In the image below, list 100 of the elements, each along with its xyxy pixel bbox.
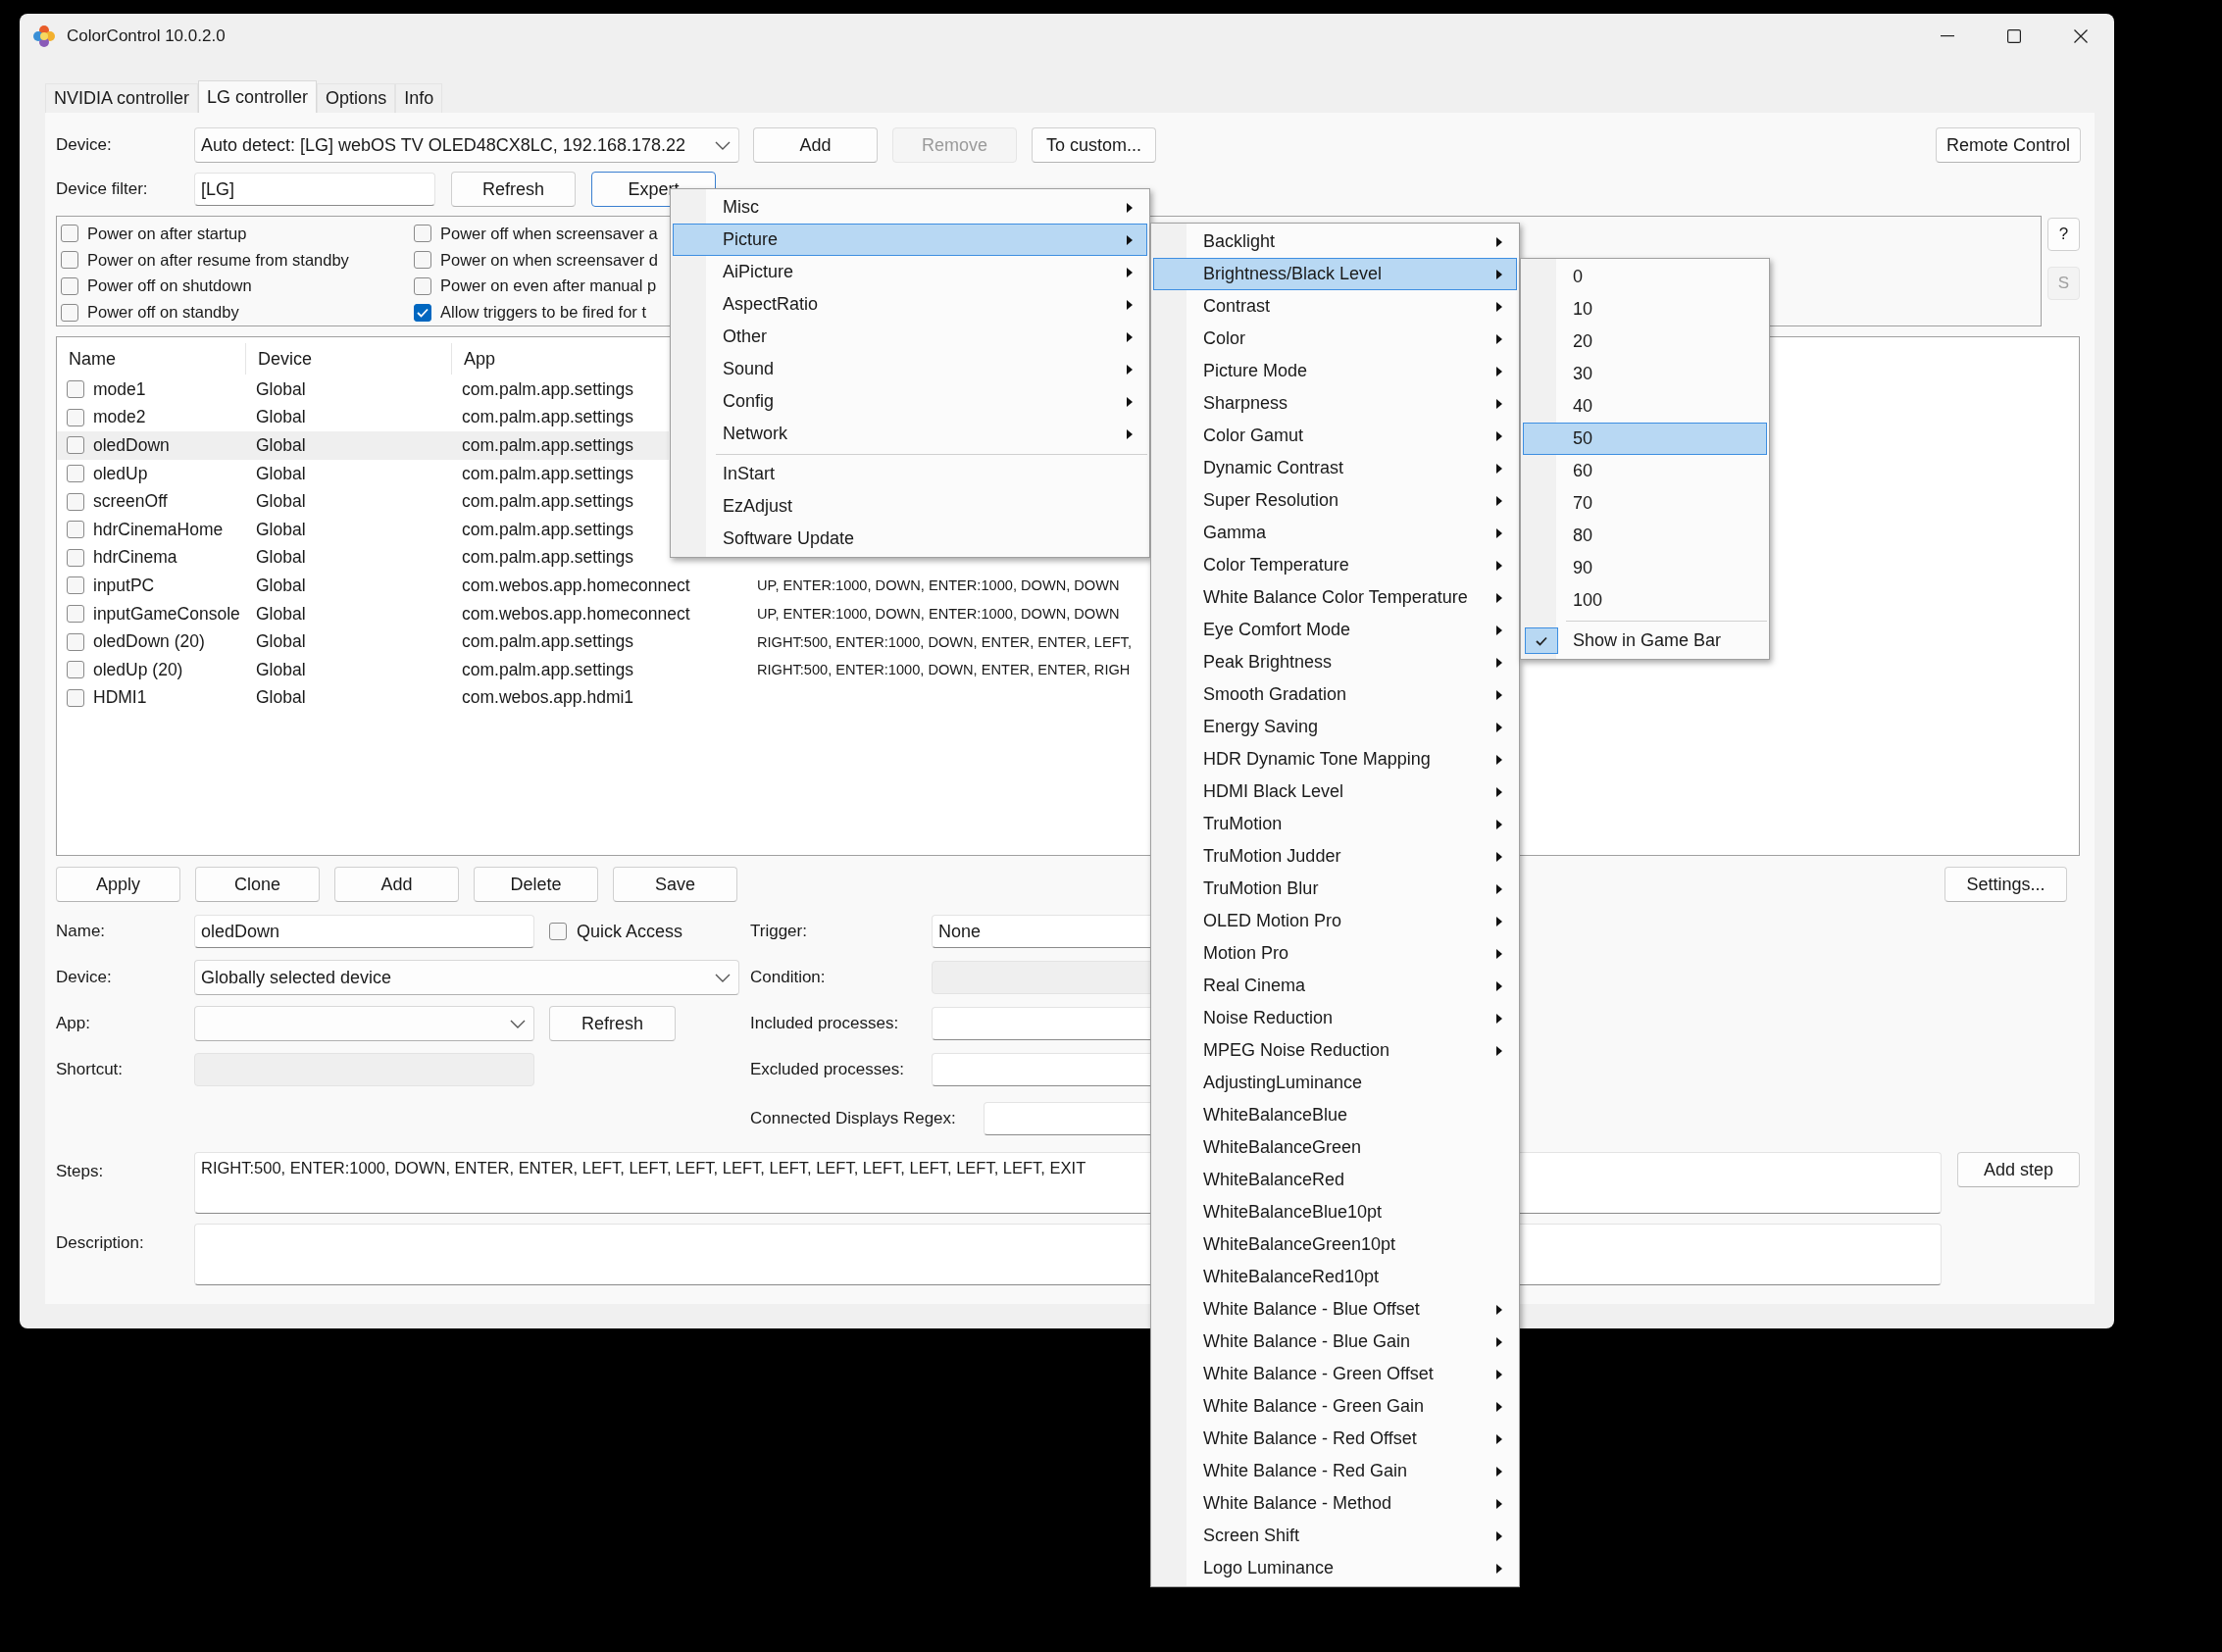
menu-item[interactable]: Picture Mode	[1153, 355, 1517, 387]
table-row[interactable]: oledUp (20) Global com.palm.app.settings RIGHT:500, ENTER:1000, DOWN, ENTER, ENTER, RIGH	[57, 655, 1149, 684]
menu-item[interactable]: HDR Dynamic Tone Mapping	[1153, 743, 1517, 776]
remote-control-button[interactable]: Remote Control	[1936, 127, 2081, 163]
checkbox[interactable]	[414, 276, 431, 295]
table-row[interactable]: oledDown (20) Global com.palm.app.settings RIGHT:500, ENTER:1000, DOWN, ENTER, ENTER, LEFT,	[57, 627, 1149, 656]
maximize-icon[interactable]	[2007, 28, 2021, 43]
menu-item[interactable]: Logo Luminance	[1153, 1552, 1517, 1584]
tab[interactable]: Options	[317, 83, 396, 113]
table-row[interactable]: hdrCinemaHome Global com.palm.app.settings	[57, 515, 669, 544]
table-row[interactable]: oledDown Global com.palm.app.settings	[57, 431, 669, 460]
menu-item[interactable]: Config	[673, 385, 1147, 418]
tab[interactable]: Info	[395, 83, 443, 113]
menu-item[interactable]: WhiteBalanceRed	[1153, 1164, 1517, 1196]
tab[interactable]: NVIDIA controller	[45, 83, 199, 113]
action-button[interactable]: Delete	[474, 867, 598, 902]
menu-item[interactable]: 90	[1523, 552, 1767, 584]
refresh-button[interactable]: Refresh	[549, 1006, 676, 1041]
menu-item[interactable]: White Balance - Blue Offset	[1153, 1293, 1517, 1326]
action-button[interactable]: To custom...	[1032, 127, 1156, 163]
action-button[interactable]: Clone	[195, 867, 320, 902]
checkbox[interactable]	[414, 251, 431, 270]
menu-item[interactable]: White Balance - Method	[1153, 1487, 1517, 1520]
table-row[interactable]: inputGameConsole Global com.webos.app.homeconnect UP, ENTER:1000, DOWN, ENTER:1000, DOWN, DOWN	[57, 599, 1149, 628]
checkbox[interactable]	[67, 408, 84, 426]
small-button[interactable]: ?	[2047, 218, 2080, 251]
checkbox[interactable]	[67, 688, 84, 707]
column-header[interactable]: Device	[246, 343, 452, 375]
menu-item[interactable]: Screen Shift	[1153, 1520, 1517, 1552]
menu-item[interactable]: White Balance Color Temperature	[1153, 581, 1517, 614]
checkbox[interactable]	[67, 436, 84, 455]
menu-item[interactable]: Smooth Gradation	[1153, 678, 1517, 711]
menu-item[interactable]: AspectRatio	[673, 288, 1147, 321]
checkbox[interactable]	[67, 605, 84, 624]
menu-item[interactable]: Network	[673, 418, 1147, 450]
menu-item[interactable]: White Balance - Blue Gain	[1153, 1326, 1517, 1358]
name-field[interactable]: oledDown	[194, 915, 534, 948]
table-row[interactable]: hdrCinema Global com.palm.app.settings	[57, 543, 669, 573]
close-icon[interactable]	[2074, 28, 2088, 43]
checkbox[interactable]	[61, 225, 78, 243]
checkbox[interactable]	[61, 276, 78, 295]
menu-item[interactable]: Super Resolution	[1153, 484, 1517, 517]
action-button[interactable]: Apply	[56, 867, 180, 902]
menu-item[interactable]: 30	[1523, 358, 1767, 390]
menu-item[interactable]: Dynamic Contrast	[1153, 452, 1517, 484]
menu-item[interactable]: 100	[1523, 584, 1767, 617]
menu-item[interactable]: Gamma	[1153, 517, 1517, 549]
checkbox[interactable]	[67, 576, 84, 595]
menu-item[interactable]: Eye Comfort Mode	[1153, 614, 1517, 646]
action-button[interactable]: Add	[334, 867, 459, 902]
device-dropdown[interactable]: Auto detect: [LG] webOS TV OLED48CX8LC, 192.168.178.22	[194, 127, 739, 163]
checkbox[interactable]	[67, 492, 84, 511]
menu-item[interactable]: MPEG Noise Reduction	[1153, 1034, 1517, 1067]
menu-item[interactable]: 80	[1523, 520, 1767, 552]
menu-item[interactable]: Color	[1153, 323, 1517, 355]
column-header[interactable]: Name	[57, 343, 246, 375]
menu-item[interactable]: Color Gamut	[1153, 420, 1517, 452]
menu-item[interactable]: Show in Game Bar	[1523, 625, 1767, 657]
checkbox[interactable]	[67, 661, 84, 679]
add-step-button[interactable]: Add step	[1957, 1152, 2080, 1187]
menu-item[interactable]: TruMotion	[1153, 808, 1517, 840]
menu-item[interactable]: White Balance - Red Gain	[1153, 1455, 1517, 1487]
device-filter-field[interactable]: [LG]	[194, 173, 435, 206]
menu-item[interactable]: 50	[1523, 423, 1767, 455]
table-row[interactable]: HDMI1 Global com.webos.app.hdmi1	[57, 683, 1149, 713]
menu-item[interactable]: Contrast	[1153, 290, 1517, 323]
menu-item[interactable]: Brightness/Black Level	[1153, 258, 1517, 290]
action-button[interactable]: Refresh	[451, 172, 576, 207]
menu-item[interactable]: Color Temperature	[1153, 549, 1517, 581]
menu-item[interactable]: WhiteBalanceRed10pt	[1153, 1261, 1517, 1293]
checkbox[interactable]	[67, 465, 84, 483]
checkbox[interactable]	[67, 521, 84, 539]
menu-item[interactable]: Peak Brightness	[1153, 646, 1517, 678]
checkbox[interactable]	[549, 923, 567, 940]
checkbox[interactable]	[414, 303, 431, 322]
menu-item[interactable]: AiPicture	[673, 256, 1147, 288]
menu-item[interactable]: 20	[1523, 325, 1767, 358]
menu-item[interactable]: Energy Saving	[1153, 711, 1517, 743]
menu-item[interactable]: 10	[1523, 293, 1767, 325]
settings-button[interactable]: Settings...	[1944, 867, 2067, 902]
table-row[interactable]: screenOff Global com.palm.app.settings	[57, 487, 669, 516]
table-row[interactable]: inputPC Global com.webos.app.homeconnect UP, ENTER:1000, DOWN, ENTER:1000, DOWN, DOWN	[57, 572, 1149, 600]
menu-item[interactable]: 40	[1523, 390, 1767, 423]
table-row[interactable]: oledUp Global com.palm.app.settings	[57, 459, 669, 488]
app-dropdown[interactable]	[194, 1006, 534, 1041]
checkbox[interactable]	[414, 225, 431, 243]
action-button[interactable]: Add	[753, 127, 878, 163]
menu-item[interactable]: Noise Reduction	[1153, 1002, 1517, 1034]
table-row[interactable]: mode2 Global com.palm.app.settings	[57, 403, 669, 432]
checkbox[interactable]	[67, 548, 84, 567]
table-row[interactable]: mode1 Global com.palm.app.settings	[57, 375, 669, 404]
menu-item[interactable]: TruMotion Blur	[1153, 873, 1517, 905]
menu-item[interactable]: Real Cinema	[1153, 970, 1517, 1002]
menu-item[interactable]: White Balance - Red Offset	[1153, 1423, 1517, 1455]
checkbox[interactable]	[61, 303, 78, 322]
menu-item[interactable]: Software Update	[673, 523, 1147, 555]
menu-item[interactable]: TruMotion Judder	[1153, 840, 1517, 873]
menu-item[interactable]: HDMI Black Level	[1153, 776, 1517, 808]
menu-item[interactable]: InStart	[673, 458, 1147, 490]
menu-item[interactable]: White Balance - Green Gain	[1153, 1390, 1517, 1423]
